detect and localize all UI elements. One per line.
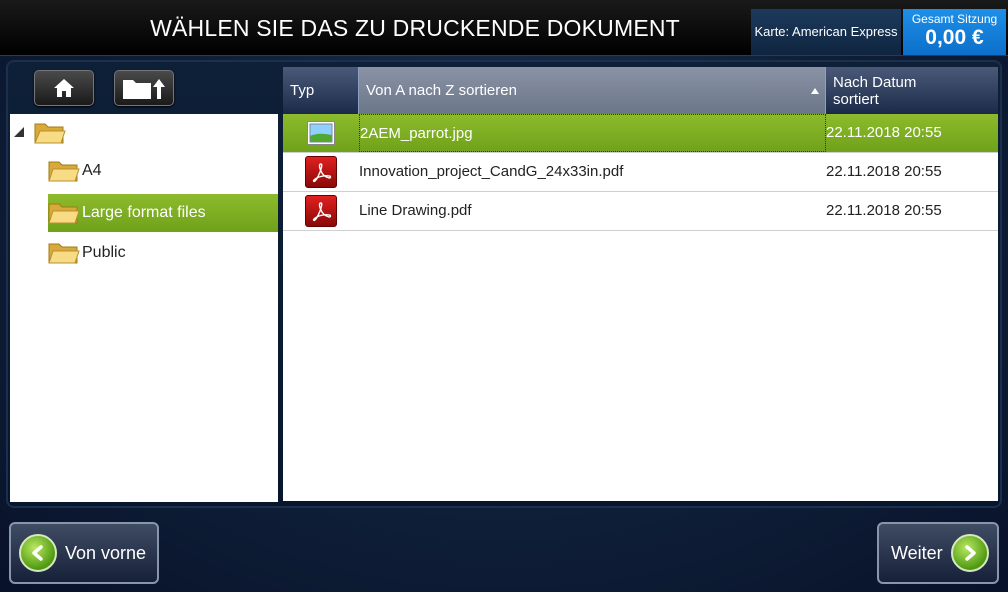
restart-label: Von vorne <box>65 542 147 563</box>
column-header-date-line1: Nach Datum <box>833 73 917 91</box>
sort-ascending-icon <box>811 88 819 94</box>
table-row[interactable]: Line Drawing.pdf 22.11.2018 20:55 <box>283 192 998 231</box>
file-date: 22.11.2018 20:55 <box>826 202 942 219</box>
header-bar: WÄHLEN SIE DAS ZU DRUCKENDE DOKUMENT Kar… <box>0 0 1008 56</box>
next-label: Weiter <box>891 542 943 563</box>
next-button[interactable]: Weiter <box>877 522 999 584</box>
tree-item-a4[interactable]: A4 <box>48 152 278 190</box>
tree-item-label: Public <box>82 244 126 261</box>
column-header-date[interactable]: Nach Datum sortiert <box>826 67 998 114</box>
session-total: Gesamt Sitzung 0,00 € <box>903 9 1006 55</box>
file-date: 22.11.2018 20:55 <box>826 124 942 141</box>
file-list: Typ Von A nach Z sortieren Nach Datum so… <box>283 67 998 501</box>
type-cell <box>283 153 359 191</box>
file-name: Innovation_project_CandG_24x33in.pdf <box>359 163 624 180</box>
home-icon <box>54 79 74 97</box>
file-name: Line Drawing.pdf <box>359 202 472 219</box>
type-cell <box>283 192 359 230</box>
tree-item-large-format-files[interactable]: Large format files <box>48 194 278 232</box>
session-amount: 0,00 € <box>925 26 984 49</box>
page-title: WÄHLEN SIE DAS ZU DRUCKENDE DOKUMENT <box>150 15 680 41</box>
column-header-name-label: Von A nach Z sortieren <box>366 82 517 99</box>
pdf-icon <box>305 195 337 227</box>
type-cell <box>283 114 359 152</box>
column-header-type[interactable]: Typ <box>283 67 359 114</box>
table-header: Typ Von A nach Z sortieren Nach Datum so… <box>283 67 998 114</box>
tree-item-public[interactable]: Public <box>48 234 278 272</box>
chevron-right-icon <box>950 534 989 572</box>
pdf-icon <box>305 156 337 188</box>
folder-tree: A4 Large format files Public <box>10 114 278 502</box>
folder-up-icon <box>123 79 165 99</box>
session-label: Gesamt Sitzung <box>911 12 998 26</box>
column-header-date-line2: sortiert <box>833 90 879 108</box>
column-header-name[interactable]: Von A nach Z sortieren <box>359 67 826 114</box>
home-button[interactable] <box>34 70 94 106</box>
restart-button[interactable]: Von vorne <box>9 522 159 584</box>
folder-icon <box>48 161 80 182</box>
card-info: Karte: American Express <box>751 9 901 55</box>
file-name: 2AEM_parrot.jpg <box>359 114 826 152</box>
folder-open-icon <box>34 123 66 144</box>
file-date: 22.11.2018 20:55 <box>826 163 942 180</box>
tree-item-label: A4 <box>82 162 102 179</box>
folder-up-button[interactable] <box>114 70 174 106</box>
table-row[interactable]: Innovation_project_CandG_24x33in.pdf 22.… <box>283 153 998 192</box>
folder-toolbar <box>10 64 280 114</box>
folder-icon <box>48 203 80 224</box>
tree-item-label: Large format files <box>82 204 206 221</box>
folder-icon <box>48 243 80 264</box>
image-icon <box>307 121 335 145</box>
chevron-left-icon <box>19 534 57 572</box>
tree-root[interactable] <box>10 114 278 152</box>
expand-arrow-icon[interactable] <box>14 127 24 137</box>
table-row[interactable]: 2AEM_parrot.jpg 22.11.2018 20:55 <box>283 114 998 153</box>
